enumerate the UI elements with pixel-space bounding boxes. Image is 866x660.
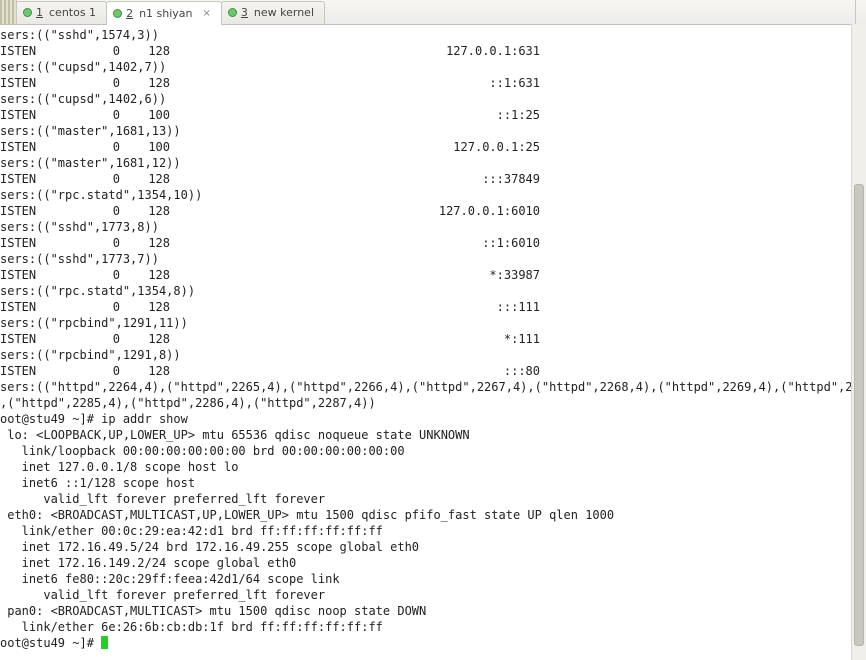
socket-users-line: sers:(("master",1681,12)) (0, 156, 181, 170)
socket-listen-row: ISTEN0128*:33987*:* (0, 268, 866, 282)
tab-label: centos 1 (49, 6, 96, 19)
socket-listen-row: ISTEN0128::1:631:::* (0, 76, 866, 90)
socket-listen-row: ISTEN0100127.0.0.1:25*:* (0, 140, 866, 154)
tab-right-edge (855, 0, 866, 24)
status-dot-icon (228, 8, 237, 17)
socket-listen-row: ISTEN0128::1:6010:::* (0, 236, 866, 250)
socket-users-line: sers:(("httpd",2264,4),("httpd",2265,4),… (0, 380, 866, 394)
tab-index: 3 (241, 6, 248, 19)
socket-users-line: sers:(("rpcbind",1291,8)) (0, 348, 181, 362)
ip-addr-line: inet6 ::1/128 scope host (0, 476, 195, 490)
socket-users-line: sers:(("cupsd",1402,6)) (0, 92, 166, 106)
tab-bar: 1 centos 1 2 n1 shiyan × 3 new kernel (0, 0, 866, 25)
shell-prompt: oot@stu49 ~]# (0, 412, 101, 426)
socket-listen-row: ISTEN0128127.0.0.1:6010*:* (0, 204, 866, 218)
terminal-output: sers:(("sshd",1574,3)) ISTEN0128127.0.0.… (0, 25, 866, 651)
ip-addr-line: link/loopback 00:00:00:00:00:00 brd 00:0… (0, 444, 405, 458)
tab-centos-1[interactable]: 1 centos 1 (16, 1, 107, 24)
ip-addr-line: link/ether 6e:26:6b:cb:db:1f brd ff:ff:f… (0, 620, 383, 634)
terminal-viewport[interactable]: sers:(("sshd",1574,3)) ISTEN0128127.0.0.… (0, 25, 866, 660)
socket-users-line: sers:(("cupsd",1402,7)) (0, 60, 166, 74)
ip-addr-line: pan0: <BROADCAST,MULTICAST> mtu 1500 qdi… (0, 604, 426, 618)
socket-listen-row: ISTEN0128127.0.0.1:631*:* (0, 44, 866, 58)
tab-drag-handle[interactable] (0, 0, 17, 24)
tab-index: 1 (36, 6, 43, 19)
ip-addr-line: inet 172.16.49.5/24 brd 172.16.49.255 sc… (0, 540, 419, 554)
status-dot-icon (23, 8, 32, 17)
terminal-cursor (101, 636, 108, 649)
ip-addr-line: link/ether 00:0c:29:ea:42:d1 brd ff:ff:f… (0, 524, 383, 538)
ip-addr-line: inet6 fe80::20c:29ff:feea:42d1/64 scope … (0, 572, 340, 586)
status-dot-icon (113, 9, 122, 18)
socket-listen-row: ISTEN0128:::37849:::* (0, 172, 866, 186)
socket-users-line: sers:(("rpcbind",1291,11)) (0, 316, 188, 330)
tab-n1-shiyan[interactable]: 2 n1 shiyan × (106, 1, 222, 25)
socket-users-line: sers:(("sshd",1773,7)) (0, 252, 159, 266)
tab-label: n1 shiyan (139, 7, 192, 20)
ip-addr-line: inet 127.0.0.1/8 scope host lo (0, 460, 238, 474)
tab-label: new kernel (254, 6, 314, 19)
ip-addr-line: inet 172.16.149.2/24 scope global eth0 (0, 556, 296, 570)
socket-listen-row: ISTEN0128:::111:::* (0, 300, 866, 314)
ip-addr-line: valid_lft forever preferred_lft forever (0, 492, 325, 506)
ip-addr-line: valid_lft forever preferred_lft forever (0, 588, 325, 602)
vertical-scrollbar[interactable] (851, 24, 866, 660)
tab-index: 2 (126, 7, 133, 20)
socket-users-line: sers:(("rpc.statd",1354,10)) (0, 188, 202, 202)
socket-users-line: ,("httpd",2285,4),("httpd",2286,4),("htt… (0, 396, 376, 410)
tab-new-kernel[interactable]: 3 new kernel (221, 1, 325, 24)
scrollbar-thumb[interactable] (854, 184, 864, 646)
socket-listen-row: ISTEN0100::1:25:::* (0, 108, 866, 122)
close-icon[interactable]: × (203, 8, 211, 19)
ip-addr-line: lo: <LOOPBACK,UP,LOWER_UP> mtu 65536 qdi… (0, 428, 470, 442)
socket-users-line: sers:(("master",1681,13)) (0, 124, 181, 138)
socket-users-line: sers:(("rpc.statd",1354,8)) (0, 284, 195, 298)
socket-users-line: sers:(("sshd",1773,8)) (0, 220, 159, 234)
shell-prompt[interactable]: oot@stu49 ~]# (0, 636, 101, 650)
socket-listen-row: ISTEN0128*:111*:* (0, 332, 866, 346)
socket-listen-row: ISTEN0128:::80:::* (0, 364, 866, 378)
shell-command: ip addr show (101, 412, 188, 426)
socket-users-line: sers:(("sshd",1574,3)) (0, 28, 159, 42)
ip-addr-line: eth0: <BROADCAST,MULTICAST,UP,LOWER_UP> … (0, 508, 614, 522)
